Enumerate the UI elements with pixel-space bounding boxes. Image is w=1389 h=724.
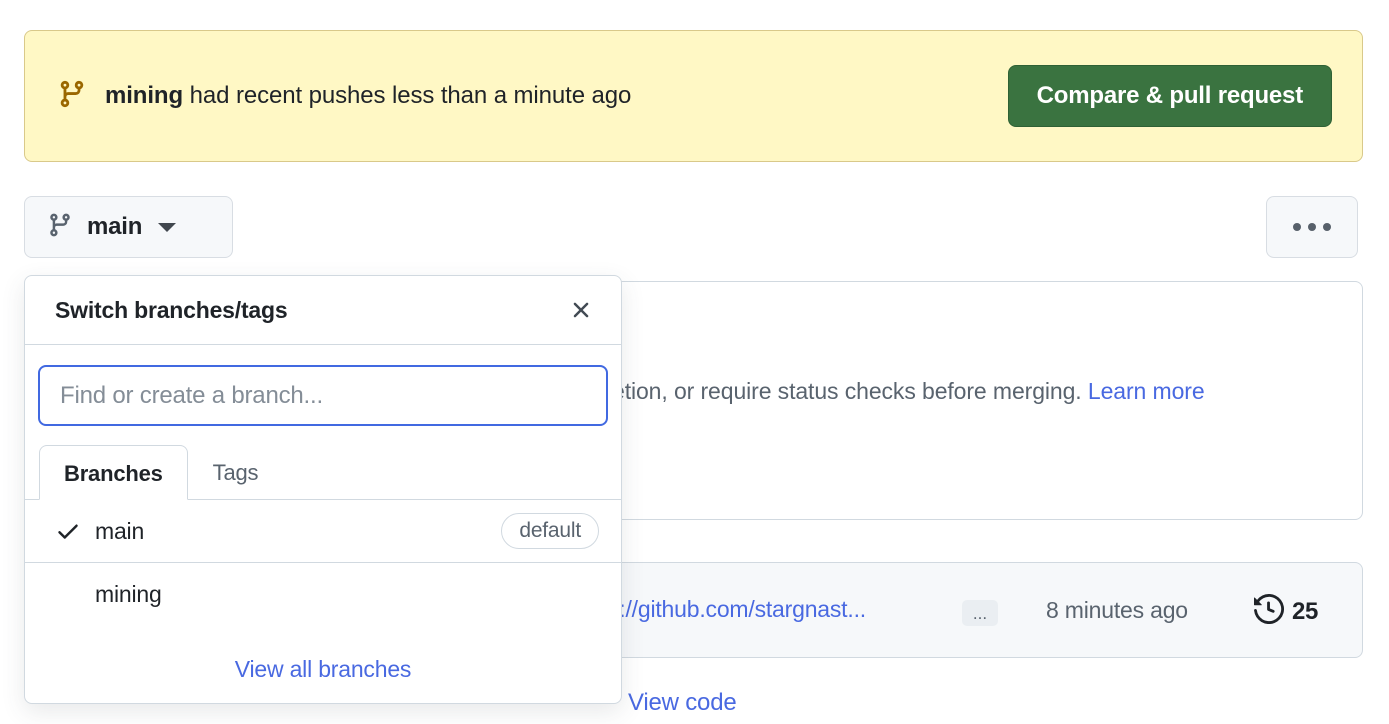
branch-search-wrapper xyxy=(25,345,621,444)
kebab-horizontal-icon-dot-3 xyxy=(1323,223,1331,231)
chevron-down-icon xyxy=(158,222,177,232)
recent-push-banner-content: mining had recent pushes less than a min… xyxy=(57,77,1008,116)
branch-switcher-title: Switch branches/tags xyxy=(55,296,288,323)
branch-protection-notice-text: etion, or require status checks before m… xyxy=(612,378,1082,404)
view-all-branches-link[interactable]: View all branches xyxy=(235,656,412,683)
more-options-button[interactable] xyxy=(1266,196,1358,258)
branch-list: main default mining xyxy=(25,500,621,635)
commit-message-expand-button[interactable]: ... xyxy=(962,600,998,626)
branch-switcher-panel: Switch branches/tags Branches Tags m xyxy=(24,275,622,704)
branch-selector-label: main xyxy=(87,213,143,240)
commit-count: 25 xyxy=(1292,597,1319,625)
tab-branches[interactable]: Branches xyxy=(39,445,188,500)
recent-push-banner: mining had recent pushes less than a min… xyxy=(24,30,1363,162)
compare-pull-request-button[interactable]: Compare & pull request xyxy=(1007,65,1332,127)
kebab-horizontal-icon xyxy=(1293,223,1301,231)
branch-protection-notice: etion, or require status checks before m… xyxy=(612,378,1205,405)
branch-selector-button[interactable]: main xyxy=(24,196,233,258)
learn-more-link[interactable]: Learn more xyxy=(1088,378,1205,404)
branch-panel-footer: View all branches xyxy=(25,635,621,703)
recent-push-message: mining had recent pushes less than a min… xyxy=(105,82,631,110)
close-icon[interactable] xyxy=(563,292,599,328)
history-icon xyxy=(1254,593,1285,629)
branch-switcher-header: Switch branches/tags xyxy=(25,276,621,345)
branch-name-main: main xyxy=(95,517,145,544)
branch-search-input[interactable] xyxy=(38,365,608,426)
git-branch-icon xyxy=(47,210,73,245)
recent-push-branch-name: mining xyxy=(105,82,184,109)
latest-commit-message-link[interactable]: s://github.com/stargnast... xyxy=(608,596,866,623)
branch-list-item-main[interactable]: main default xyxy=(25,500,621,563)
branch-name-mining: mining xyxy=(95,581,162,607)
tab-tags[interactable]: Tags xyxy=(188,444,284,499)
repository-page: mining had recent pushes less than a min… xyxy=(0,0,1389,724)
latest-commit-timestamp: 8 minutes ago xyxy=(1046,597,1188,623)
git-branch-icon xyxy=(57,77,87,116)
default-branch-badge: default xyxy=(501,513,599,549)
check-icon xyxy=(55,518,95,544)
branch-tags-tablist: Branches Tags xyxy=(25,444,621,500)
kebab-horizontal-icon-dot-2 xyxy=(1308,223,1316,231)
commit-history-link[interactable]: 25 xyxy=(1254,593,1319,629)
recent-push-message-text: had recent pushes less than a minute ago xyxy=(183,82,632,109)
view-code-link[interactable]: View code xyxy=(628,689,737,717)
branch-list-item-mining[interactable]: mining xyxy=(25,563,621,626)
